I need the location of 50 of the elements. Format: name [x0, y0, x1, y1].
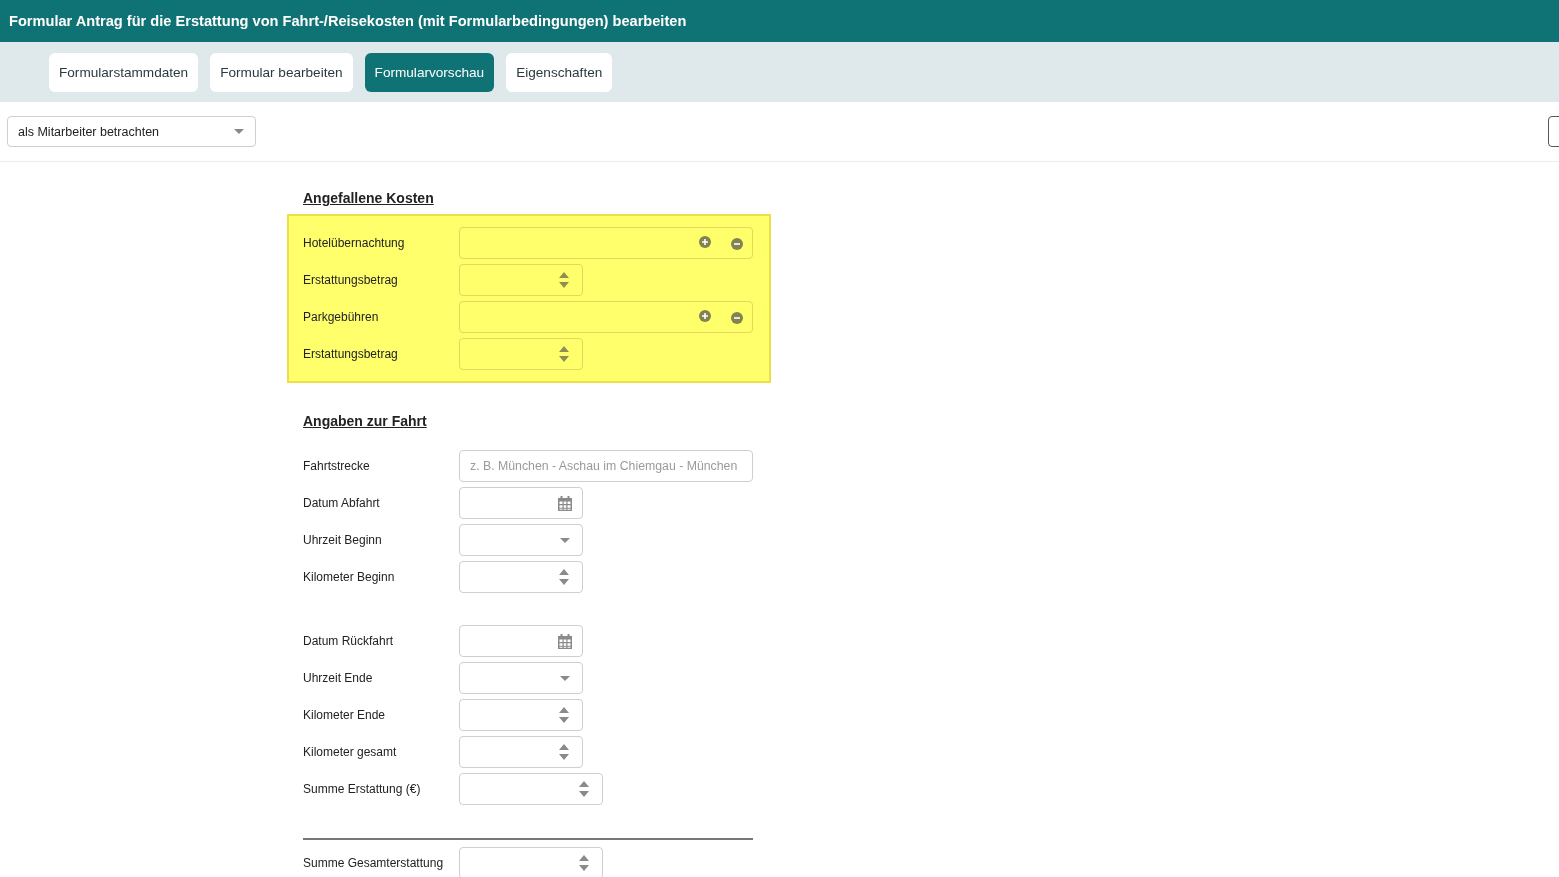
caret-down-icon[interactable]	[560, 675, 570, 681]
number-input[interactable]	[459, 847, 603, 877]
field-label: Erstattungsbetrag	[303, 273, 399, 287]
field-label: Datum Rückfahrt	[303, 634, 395, 648]
number-input[interactable]	[459, 561, 583, 593]
spinner-arrows-icon[interactable]	[579, 855, 589, 871]
number-input[interactable]	[459, 773, 603, 805]
input-field[interactable]	[459, 301, 753, 333]
caret-down-icon[interactable]	[234, 129, 244, 134]
plus-circle-icon[interactable]	[699, 236, 711, 248]
number-input[interactable]	[459, 736, 583, 768]
tab[interactable]: Formularstammdaten	[49, 52, 199, 92]
field-label: Summe Erstattung (€)	[303, 782, 422, 796]
spinner-arrows-icon[interactable]	[579, 781, 589, 797]
input-field[interactable]	[459, 227, 753, 259]
date-input[interactable]	[459, 625, 583, 657]
spinner-arrows-icon[interactable]	[559, 272, 569, 288]
window-title: Formular Antrag für die Erstattung von Fahrt-/Reisekosten (mit Formularbedingungen) bearbeiten	[9, 13, 687, 29]
input-field[interactable]: z. B. München - Aschau im Chiemgau - München	[459, 450, 753, 482]
spinner-arrows-icon[interactable]	[559, 346, 569, 362]
field-label: Uhrzeit Beginn	[303, 533, 383, 547]
field-label: Kilometer Beginn	[303, 570, 396, 584]
spinner-arrows-icon[interactable]	[559, 707, 569, 723]
date-input[interactable]	[459, 487, 583, 519]
field-label: Hotelübernachtung	[303, 236, 406, 250]
field-label: Uhrzeit Ende	[303, 671, 374, 685]
tab[interactable]: Eigenschaften	[506, 52, 613, 92]
minus-circle-icon[interactable]	[731, 311, 743, 324]
tab[interactable]: Formular bearbeiten	[210, 52, 353, 92]
spinner-arrows-icon[interactable]	[559, 569, 569, 585]
section-heading: Angefallene Kosten	[303, 190, 435, 206]
view-as-dropdown[interactable]: als Mitarbeiter betrachten	[7, 116, 256, 147]
field-label: Datum Abfahrt	[303, 496, 381, 510]
spinner-arrows-icon[interactable]	[559, 744, 569, 760]
field-label: Erstattungsbetrag	[303, 347, 399, 361]
section-heading: Angaben zur Fahrt	[303, 413, 428, 429]
field-label: Summe Gesamterstattung	[303, 856, 445, 870]
number-input[interactable]	[459, 338, 583, 370]
caret-down-icon[interactable]	[560, 537, 570, 543]
plus-circle-icon[interactable]	[699, 310, 711, 322]
field-label: Kilometer Ende	[303, 708, 387, 722]
calendar-icon[interactable]	[558, 633, 572, 649]
calendar-icon[interactable]	[558, 495, 572, 511]
minus-circle-icon[interactable]	[731, 237, 743, 250]
field-label: Fahrtstrecke	[303, 459, 371, 473]
tab[interactable]: Formularvorschau	[364, 52, 495, 92]
field-label: Kilometer gesamt	[303, 745, 398, 759]
field-label: Parkgebühren	[303, 310, 380, 324]
number-input[interactable]	[459, 264, 583, 296]
number-input[interactable]	[459, 699, 583, 731]
